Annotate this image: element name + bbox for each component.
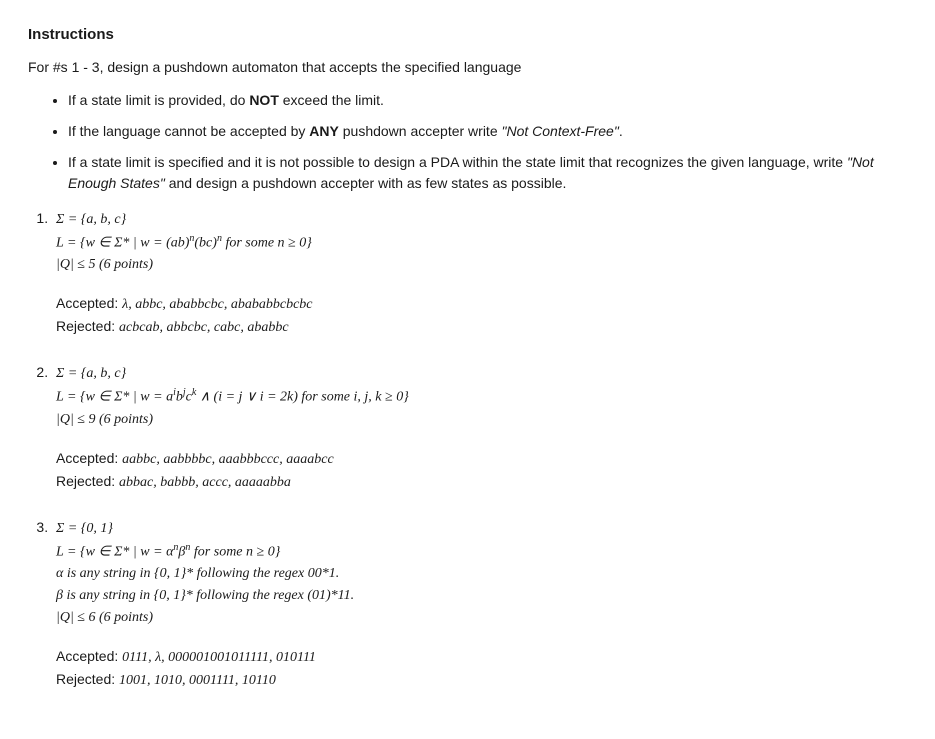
sigma-line: Σ = {a, b, c}: [56, 209, 907, 230]
language-line: L = {w ∈ Σ* | w = (ab)n(bc)n for some n …: [56, 231, 907, 254]
bold-text: ANY: [309, 123, 339, 139]
bullet-item: If a state limit is specified and it is …: [68, 152, 907, 194]
instruction-bullets: If a state limit is provided, do NOT exc…: [28, 90, 907, 194]
accepted-line: Accepted: 0111, λ, 000001001011111, 0101…: [56, 646, 907, 668]
state-limit-line: |Q| ≤ 5 (6 points): [56, 254, 907, 275]
rejected-line: Rejected: abbac, babbb, accc, aaaaabba: [56, 471, 907, 493]
rejected-line: Rejected: 1001, 1010, 0001111, 10110: [56, 669, 907, 691]
state-limit-line: |Q| ≤ 6 (6 points): [56, 607, 907, 628]
page-title: Instructions: [28, 24, 907, 47]
language-line: L = {w ∈ Σ* | w = αnβn for some n ≥ 0}: [56, 540, 907, 563]
intro-text: For #s 1 - 3, design a pushdown automato…: [28, 57, 907, 78]
bullet-item: If a state limit is provided, do NOT exc…: [68, 90, 907, 111]
sigma-line: Σ = {a, b, c}: [56, 363, 907, 384]
accepted-line: Accepted: aabbc, aabbbbc, aaabbbccc, aaa…: [56, 448, 907, 470]
extra-line: β is any string in {0, 1}* following the…: [56, 585, 907, 606]
sigma-line: Σ = {0, 1}: [56, 518, 907, 539]
problem-item: Σ = {0, 1} L = {w ∈ Σ* | w = αnβn for so…: [52, 517, 907, 692]
language-line: L = {w ∈ Σ* | w = aibjck ∧ (i = j ∨ i = …: [56, 385, 907, 408]
rejected-line: Rejected: acbcab, abbcbc, cabc, ababbc: [56, 316, 907, 338]
extra-line: α is any string in {0, 1}* following the…: [56, 563, 907, 584]
bullet-item: If the language cannot be accepted by AN…: [68, 121, 907, 142]
state-limit-line: |Q| ≤ 9 (6 points): [56, 409, 907, 430]
problem-list: Σ = {a, b, c} L = {w ∈ Σ* | w = (ab)n(bc…: [28, 208, 907, 692]
problem-item: Σ = {a, b, c} L = {w ∈ Σ* | w = (ab)n(bc…: [52, 208, 907, 339]
quoted-text: "Not Context-Free": [502, 123, 619, 139]
accepted-line: Accepted: λ, abbc, ababbcbc, abababbcbcb…: [56, 293, 907, 315]
bold-text: NOT: [249, 92, 279, 108]
problem-item: Σ = {a, b, c} L = {w ∈ Σ* | w = aibjck ∧…: [52, 362, 907, 493]
